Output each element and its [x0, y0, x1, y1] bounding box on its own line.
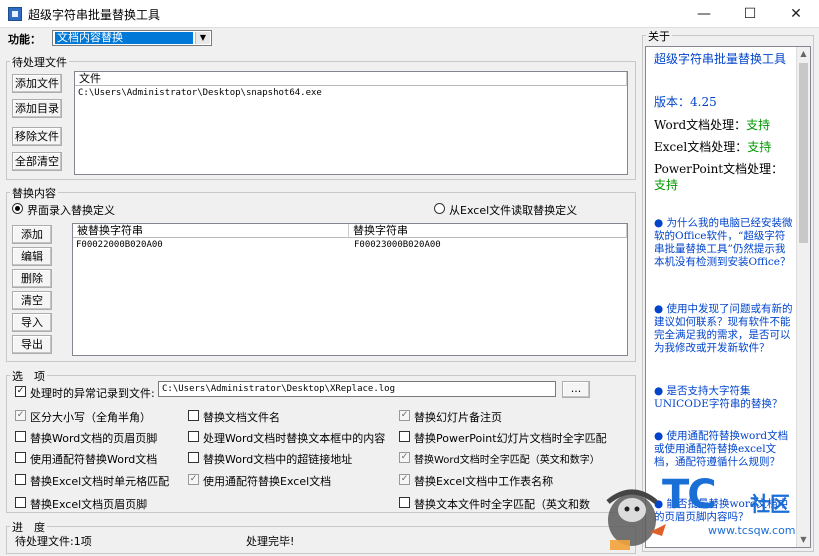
watermark: TC 社区 www.tcsqw.com — [600, 462, 810, 556]
excel-cell-match-label: 替换Excel文档时单元格匹配 — [30, 475, 170, 488]
file-list[interactable]: 文件 C:\Users\Administrator\Desktop\snapsh… — [74, 71, 628, 175]
export-button[interactable]: 导出 — [12, 335, 52, 354]
log-checkbox[interactable]: ✓ — [15, 386, 26, 397]
maximize-button[interactable]: ☐ — [727, 0, 773, 28]
excel-sheet-name-checkbox[interactable]: ✓ — [399, 474, 410, 485]
watermark-community: 社区 — [750, 492, 790, 516]
scroll-thumb[interactable] — [799, 63, 808, 243]
faq-item[interactable]: ● 为什么我的电脑已经安装微软的Office软件，“超级字符串批量替换工具”仍然… — [654, 217, 794, 269]
window-title: 超级字符串批量替换工具 — [28, 8, 161, 22]
about-excel-support: Excel文档处理：支持 — [654, 138, 794, 155]
minimize-button[interactable]: — — [681, 0, 727, 28]
about-ppt-support: PowerPoint文档处理： — [654, 160, 794, 177]
word-hyperlink-checkbox[interactable] — [188, 452, 199, 463]
word-wildcard-label: 使用通配符替换Word文档 — [30, 453, 158, 466]
faq-item[interactable]: ● 使用中发现了问题或有新的建议如何联系？现有软件不能完全满足我的需求，是否可以… — [654, 303, 794, 355]
function-label: 功能： — [8, 33, 41, 46]
faq-item[interactable]: ● 是否支持大字符集UNICODE字符串的替换？ — [654, 385, 794, 411]
log-label: 处理时的异常记录到文件: — [30, 387, 155, 400]
replace-group-label: 替换内容 — [10, 185, 58, 201]
faq-text: 是否支持大字符集UNICODE字符串的替换？ — [654, 385, 783, 410]
word-support-value: 支持 — [746, 118, 771, 132]
bullet-icon: ● — [654, 217, 664, 229]
bullet-icon: ● — [654, 430, 664, 442]
ppt-whole-word-label: 替换PowerPoint幻灯片文档时全字匹配 — [414, 432, 607, 445]
faq-text: 为什么我的电脑已经安装微软的Office软件，“超级字符串批量替换工具”仍然提示… — [654, 217, 793, 268]
excel-sheet-name-label: 替换Excel文档中工作表名称 — [414, 475, 554, 488]
rename-files-checkbox[interactable] — [188, 410, 199, 421]
import-button[interactable]: 导入 — [12, 313, 52, 332]
word-header-footer-label: 替换Word文档的页眉页脚 — [30, 432, 158, 445]
remove-file-button[interactable]: 移除文件 — [12, 127, 62, 146]
about-app-name: 超级字符串批量替换工具 — [654, 52, 787, 66]
scroll-up-icon[interactable]: ▲ — [797, 47, 810, 61]
log-path-input[interactable]: C:\Users\Administrator\Desktop\XReplace.… — [158, 381, 556, 397]
status-text: 处理完毕! — [246, 535, 295, 548]
word-support-label: Word文档处理： — [654, 118, 747, 132]
faq-text: 使用中发现了问题或有新的建议如何联系？现有软件不能完全满足我的需求，是否可以为我… — [654, 303, 793, 354]
edit-rule-button[interactable]: 编辑 — [12, 247, 52, 266]
slide-notes-label: 替换幻灯片备注页 — [414, 411, 502, 424]
excel-wildcard-label: 使用通配符替换Excel文档 — [203, 475, 332, 488]
add-directory-button[interactable]: 添加目录 — [12, 99, 62, 118]
about-word-support: Word文档处理：支持 — [654, 116, 794, 133]
replace-column-header[interactable]: 替换字符串 — [349, 224, 627, 238]
title-bar: 超级字符串批量替换工具 — ☐ ✕ — [0, 0, 819, 28]
word-textbox-checkbox[interactable] — [188, 431, 199, 442]
excel-header-footer-label: 替换Excel文档页眉页脚 — [30, 498, 148, 511]
excel-support-label: Excel文档处理： — [654, 140, 748, 154]
find-column-header[interactable]: 被替换字符串 — [73, 224, 349, 238]
file-column-header[interactable]: 文件 — [75, 72, 627, 86]
about-version: 版本：4.25 — [654, 93, 794, 110]
bullet-icon: ● — [654, 303, 664, 315]
pending-files-label: 待处理文件 — [10, 54, 69, 70]
ppt-support-label: PowerPoint文档处理： — [654, 162, 784, 176]
case-sensitive-checkbox[interactable]: ✓ — [15, 410, 26, 421]
radio-ui-label: 界面录入替换定义 — [27, 204, 115, 217]
word-header-footer-checkbox[interactable] — [15, 431, 26, 442]
close-button[interactable]: ✕ — [773, 0, 819, 28]
clear-rules-button[interactable]: 清空 — [12, 291, 52, 310]
excel-support-value: 支持 — [747, 140, 772, 154]
watermark-url: www.tcsqw.com — [708, 524, 796, 537]
radio-excel-label: 从Excel文件读取替换定义 — [449, 204, 578, 217]
ppt-whole-word-checkbox[interactable] — [399, 431, 410, 442]
radio-ui-definition[interactable] — [12, 203, 23, 214]
ppt-support-value: 支持 — [654, 178, 679, 192]
version-label: 版本： — [654, 95, 691, 109]
text-whole-word-checkbox[interactable] — [399, 497, 410, 508]
word-whole-word-checkbox[interactable]: ✓ — [399, 452, 410, 463]
chevron-down-icon[interactable]: ▼ — [195, 32, 210, 44]
file-row[interactable]: C:\Users\Administrator\Desktop\snapshot6… — [78, 88, 322, 98]
bullet-icon: ● — [654, 385, 664, 397]
delete-rule-button[interactable]: 删除 — [12, 269, 52, 288]
options-group-label: 选 项 — [10, 368, 47, 384]
function-select[interactable]: 文档内容替换 ▼ — [52, 30, 212, 46]
function-value: 文档内容替换 — [55, 32, 193, 44]
add-rule-button[interactable]: 添加 — [12, 225, 52, 244]
pending-count: 待处理文件:1项 — [15, 535, 92, 548]
case-sensitive-label: 区分大小写（全角半角） — [30, 411, 151, 424]
excel-wildcard-checkbox[interactable]: ✓ — [188, 474, 199, 485]
word-textbox-label: 处理Word文档时替换文本框中的内容 — [203, 432, 386, 445]
rename-files-label: 替换文档文件名 — [203, 411, 280, 424]
excel-cell-match-checkbox[interactable] — [15, 474, 26, 485]
excel-header-footer-checkbox[interactable] — [15, 497, 26, 508]
radio-excel-definition[interactable] — [434, 203, 445, 214]
browse-button[interactable]: ... — [562, 381, 590, 398]
watermark-tc: TC — [662, 472, 717, 518]
add-file-button[interactable]: 添加文件 — [12, 74, 62, 93]
replace-cell[interactable]: F00023000B020A00 — [354, 240, 441, 250]
about-group-label: 关于 — [646, 28, 672, 44]
find-cell[interactable]: F00022000B020A00 — [76, 240, 163, 250]
version-value: 4.25 — [690, 95, 717, 109]
replace-rules-list[interactable]: 被替换字符串 替换字符串 F00022000B020A00 F00023000B… — [72, 223, 628, 356]
word-wildcard-checkbox[interactable] — [15, 452, 26, 463]
progress-group — [6, 526, 636, 554]
clear-all-button[interactable]: 全部清空 — [12, 152, 62, 171]
word-hyperlink-label: 替换Word文档中的超链接地址 — [203, 453, 353, 466]
app-icon — [8, 7, 22, 21]
word-whole-word-label: 替换Word文档时全字匹配（英文和数字） — [414, 455, 600, 466]
slide-notes-checkbox[interactable]: ✓ — [399, 410, 410, 421]
